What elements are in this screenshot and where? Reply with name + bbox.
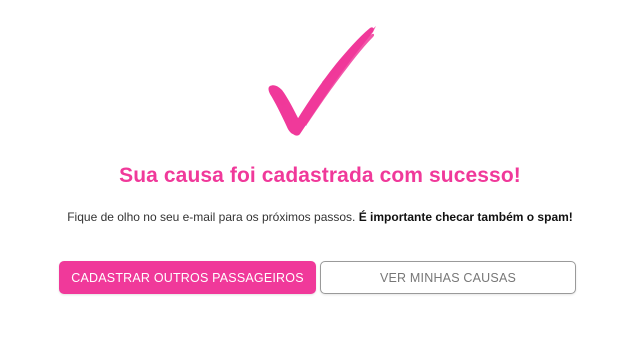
message-text: Fique de olho no seu e-mail para os próx… (67, 210, 356, 224)
view-my-causes-button[interactable]: VER MINHAS CAUSAS (320, 261, 576, 294)
success-title: Sua causa foi cadastrada com sucesso! (119, 164, 521, 187)
brush-checkmark-icon (262, 24, 378, 142)
message-bold-text: É importante checar também o spam! (358, 210, 573, 224)
success-message: Fique de olho no seu e-mail para os próx… (0, 210, 640, 224)
success-page: Sua causa foi cadastrada com sucesso! Fi… (0, 0, 640, 344)
register-more-passengers-button[interactable]: CADASTRAR OUTROS PASSAGEIROS (59, 261, 316, 294)
